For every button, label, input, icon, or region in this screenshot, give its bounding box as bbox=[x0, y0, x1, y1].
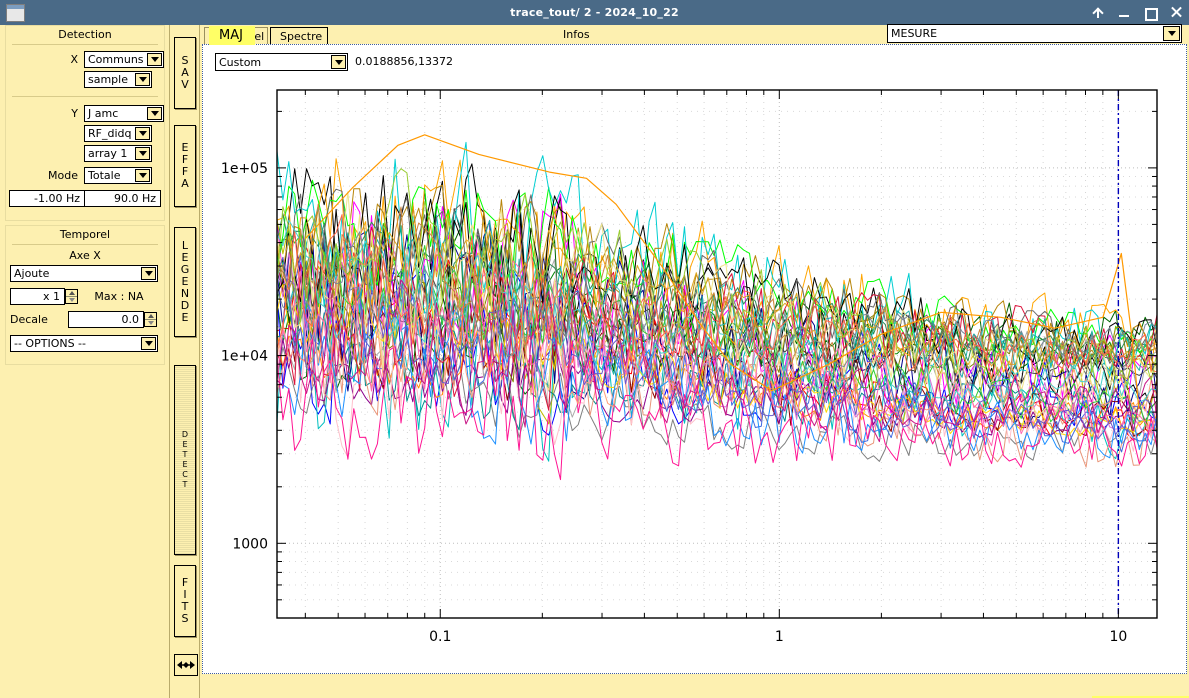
y-channel-select[interactable]: RF_didq bbox=[84, 125, 152, 142]
mesure-select-wrapper: MESURE bbox=[887, 24, 1182, 43]
title-bar: trace_tout/ 2 - 2024_10_22 bbox=[0, 0, 1189, 26]
max-label: Max : NA bbox=[78, 290, 160, 303]
chevron-down-icon[interactable] bbox=[331, 55, 346, 69]
chevron-down-icon[interactable] bbox=[1163, 26, 1180, 41]
detection-title: Detection bbox=[6, 26, 164, 42]
x-label: X bbox=[6, 53, 84, 66]
spectre-panel: MAJ Infos MESURE Custom 0.0188856,13372 … bbox=[202, 44, 1187, 674]
chevron-down-icon[interactable] bbox=[147, 53, 162, 66]
freq-min-field[interactable]: -1.00 Hz bbox=[9, 190, 85, 207]
custom-select-wrapper: Custom bbox=[215, 53, 348, 71]
sidebar-item-sav[interactable]: S A V bbox=[174, 37, 196, 109]
maximize-icon[interactable] bbox=[1144, 6, 1157, 19]
divider bbox=[12, 44, 158, 45]
custom-select[interactable]: Custom bbox=[215, 53, 348, 71]
maj-button[interactable]: MAJ bbox=[209, 26, 255, 45]
chevron-down-icon[interactable] bbox=[141, 267, 156, 280]
y-tick-label: 1000 bbox=[232, 536, 268, 552]
chevron-down-icon[interactable] bbox=[147, 107, 162, 120]
temporel-group: Temporel Axe X Ajoute x 1 Max : NA Decal… bbox=[5, 225, 165, 365]
letter: V bbox=[181, 79, 189, 91]
mesure-value: MESURE bbox=[891, 27, 937, 40]
axe-x-value: Ajoute bbox=[14, 267, 49, 280]
chevron-down-icon[interactable] bbox=[135, 147, 150, 160]
chevron-down-icon[interactable] bbox=[135, 127, 150, 140]
freq-max-field[interactable]: 90.0 Hz bbox=[85, 190, 161, 207]
minimize-icon[interactable] bbox=[1118, 6, 1131, 19]
chevron-down-icon[interactable] bbox=[141, 337, 156, 350]
letter: E bbox=[182, 440, 187, 450]
y-tick-label: 1e+04 bbox=[221, 349, 268, 365]
infos-label: Infos bbox=[563, 28, 590, 41]
x-tick-label: 1 bbox=[775, 629, 784, 645]
close-icon[interactable] bbox=[1170, 6, 1183, 19]
x-source-value: Communs bbox=[88, 53, 144, 66]
axe-x-label: Axe X bbox=[6, 249, 164, 262]
decale-field[interactable]: 0.0 bbox=[68, 311, 144, 328]
mesure-select[interactable]: MESURE bbox=[887, 24, 1182, 43]
decale-stepper[interactable] bbox=[144, 312, 157, 327]
mode-value: Totale bbox=[88, 169, 120, 182]
restore-up-icon[interactable] bbox=[1092, 6, 1105, 19]
cursor-coordinates: 0.0188856,13372 bbox=[355, 55, 453, 68]
options-select[interactable]: -- OPTIONS -- bbox=[10, 335, 158, 352]
letter: D bbox=[182, 430, 188, 440]
letter: E bbox=[182, 312, 189, 324]
y-source-select[interactable]: J amc bbox=[84, 105, 164, 122]
y-label: Y bbox=[6, 107, 84, 120]
main-content-area: Temporel Spectre MAJ Infos MESURE Custom… bbox=[200, 25, 1189, 698]
y-source-value: J amc bbox=[88, 107, 118, 120]
temporel-title: Temporel bbox=[6, 226, 164, 242]
y-channel-value: RF_didq bbox=[88, 127, 131, 140]
mode-select[interactable]: Totale bbox=[84, 167, 152, 184]
x-tick-label: 10 bbox=[1109, 629, 1127, 645]
window-title: trace_tout/ 2 - 2024_10_22 bbox=[0, 0, 1189, 25]
divider bbox=[12, 96, 158, 97]
axe-x-select[interactable]: Ajoute bbox=[10, 265, 158, 282]
left-control-panel: Detection X Communs sample Y bbox=[0, 25, 170, 698]
multiplier-stepper[interactable] bbox=[65, 289, 78, 304]
detection-group: Detection X Communs sample Y bbox=[5, 25, 165, 221]
x-source-select[interactable]: Communs bbox=[84, 51, 164, 68]
sidebar-item-fits[interactable]: F I T S bbox=[174, 565, 196, 637]
letter: S bbox=[182, 613, 189, 625]
sidebar-item-effa[interactable]: E F F A bbox=[174, 125, 196, 207]
y-array-value: array 1 bbox=[88, 147, 127, 160]
x-channel-value: sample bbox=[88, 73, 128, 86]
window-controls bbox=[1092, 0, 1183, 25]
left-right-arrows-icon bbox=[176, 660, 196, 670]
spectrum-plot[interactable]: 0.1 1 10 1000 1e+04 1e+05 bbox=[215, 82, 1175, 662]
letter: T bbox=[183, 450, 188, 460]
letter: E bbox=[182, 460, 187, 470]
letter: A bbox=[181, 178, 189, 190]
x-tick-label: 0.1 bbox=[429, 629, 451, 645]
sidebar-item-detect[interactable]: D E T E C T bbox=[174, 365, 196, 555]
options-value: -- OPTIONS -- bbox=[14, 337, 86, 350]
y-array-select[interactable]: array 1 bbox=[84, 145, 152, 162]
custom-value: Custom bbox=[219, 56, 261, 69]
divider bbox=[12, 244, 158, 245]
collapse-panel-button[interactable] bbox=[174, 654, 198, 676]
letter: C bbox=[182, 470, 188, 480]
x-channel-select[interactable]: sample bbox=[84, 71, 152, 88]
spectrum-plot-svg[interactable]: 0.1 1 10 1000 1e+04 1e+05 bbox=[215, 82, 1175, 662]
y-tick-label: 1e+05 bbox=[221, 161, 268, 177]
tab-spectre[interactable]: Spectre bbox=[270, 27, 328, 44]
application-window: trace_tout/ 2 - 2024_10_22 Detection X C… bbox=[0, 0, 1189, 698]
chevron-down-icon[interactable] bbox=[135, 169, 150, 182]
decale-label: Decale bbox=[10, 313, 68, 326]
sidebar-item-legende[interactable]: L E G E N D E bbox=[174, 227, 196, 337]
letter: T bbox=[183, 480, 188, 490]
mode-label: Mode bbox=[6, 169, 84, 182]
chevron-down-icon[interactable] bbox=[135, 73, 150, 86]
vertical-tool-strip: S A V E F F A L E G E N D E D E T E C T bbox=[170, 25, 200, 698]
multiplier-field[interactable]: x 1 bbox=[10, 288, 65, 305]
